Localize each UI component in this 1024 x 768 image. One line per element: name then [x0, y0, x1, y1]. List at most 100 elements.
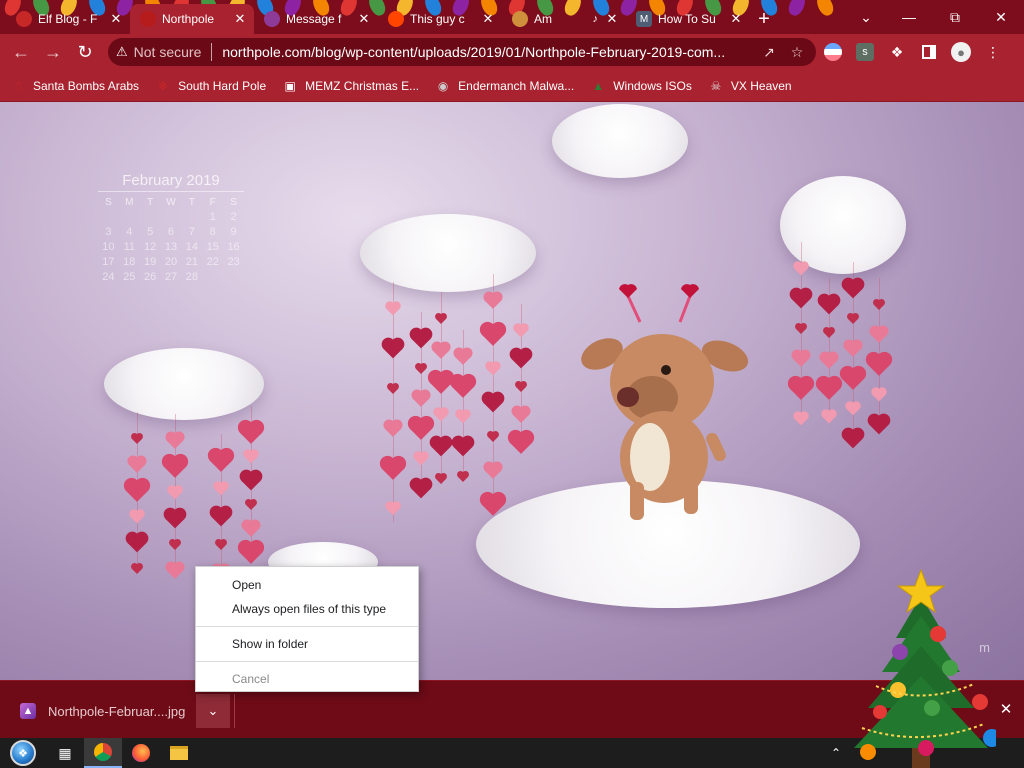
bookmark-4[interactable]: ◉ Endermanch Malwa... [435, 78, 574, 94]
bookmarks-bar: ☃ Santa Bombs Arabs ❄ South Hard Pole ▣ MEMZ … [0, 70, 1024, 102]
tab-close-icon[interactable]: ✕ [728, 11, 744, 27]
bookmark-label: MEMZ Christmas E... [305, 78, 420, 93]
menu-always-open[interactable]: Always open files of this type [196, 597, 418, 621]
tab-title: This guy c [410, 12, 465, 26]
taskbar-file-explorer[interactable] [160, 738, 198, 768]
address-divider [211, 43, 213, 61]
calendar-day: 21 [185, 256, 198, 268]
tab-title: Elf Blog - F [38, 12, 98, 26]
extension-button-2[interactable]: s [850, 37, 880, 67]
bookmark-label: Windows ISOs [613, 78, 692, 93]
download-options-button[interactable]: ⌄ [196, 694, 230, 728]
folder-icon [170, 746, 188, 760]
bookmark-label: VX Heaven [730, 78, 792, 93]
bookmark-2[interactable]: ❄ South Hard Pole [155, 78, 266, 94]
browser-toolbar: ← → ↻ ⚠ Not secure northpole.com/blog/wp… [0, 34, 1024, 70]
cloud [360, 214, 536, 292]
calendar-day: 10 [102, 241, 115, 253]
tab-list: Elf Blog - F ✕ Northpole ✕ Message f ✕ This gu… [0, 0, 750, 34]
calendar-day: 11 [123, 241, 135, 253]
memz-icon: ▣ [284, 78, 296, 93]
profile-button[interactable]: ● [946, 37, 976, 67]
task-view-button[interactable]: ▦ [46, 738, 84, 768]
cloud [780, 176, 906, 274]
close-shelf-button[interactable]: ✕ [996, 699, 1016, 719]
reddit-favicon [388, 11, 404, 27]
menu-button[interactable]: ⋮ [978, 37, 1008, 67]
calendar-day [181, 210, 202, 225]
new-tab-button[interactable]: + [750, 4, 778, 34]
calendar-day: 2 [230, 211, 237, 223]
tab-close-icon[interactable]: ✕ [480, 11, 496, 27]
calendar-day: 14 [185, 241, 198, 253]
bookmark-3[interactable]: ▣ MEMZ Christmas E... [282, 78, 419, 94]
arrow-right-icon: → [44, 41, 62, 62]
close-window-button[interactable]: ✕ [978, 0, 1024, 34]
tab-close-icon[interactable]: ✕ [356, 11, 372, 27]
chevron-up-icon: ⌃ [830, 746, 842, 760]
side-panel-button[interactable] [914, 37, 944, 67]
minimize-button[interactable]: — [886, 0, 932, 34]
calendar-week: 24 25 26 27 28 [98, 270, 244, 285]
chrome-icon [94, 743, 112, 761]
speaker-icon[interactable]: ♪ [593, 13, 599, 25]
tab-1[interactable]: Elf Blog - F ✕ [6, 4, 130, 34]
calendar-week: 12 [98, 210, 244, 225]
tab-search-button[interactable]: ⌄ [846, 0, 886, 34]
menu-open[interactable]: Open [196, 573, 418, 597]
bookmark-1[interactable]: ☃ Santa Bombs Arabs [10, 78, 139, 94]
tab-4[interactable]: This guy c ✕ [378, 4, 502, 34]
tab-close-icon[interactable]: ✕ [232, 11, 248, 27]
calendar-day: 26 [144, 271, 157, 283]
tab-6[interactable]: M How To Su ✕ [626, 4, 750, 34]
extensions-button[interactable]: ❖ [882, 37, 912, 67]
forward-button[interactable]: → [38, 37, 68, 67]
bookmark-6[interactable]: ☠ VX Heaven [708, 78, 792, 94]
menu-cancel: Cancel [232, 672, 270, 686]
calendar-day: 19 [144, 256, 157, 268]
tab-2[interactable]: Northpole ✕ [130, 4, 254, 34]
taskbar-chrome[interactable] [84, 738, 122, 768]
reload-icon: ↻ [77, 41, 93, 62]
firefox-icon [132, 744, 150, 762]
share-icon[interactable]: ↗ [758, 44, 780, 61]
tree-icon: ▲ [592, 78, 605, 93]
tab-5[interactable]: Am ♪ ✕ [502, 4, 626, 34]
url-text[interactable]: northpole.com/blog/wp-content/uploads/20… [222, 44, 752, 60]
calendar-divider [98, 191, 244, 192]
calendar-day [119, 210, 140, 225]
download-filename[interactable]: Northpole-Februar....jpg [48, 704, 186, 719]
tab-3[interactable]: Message f ✕ [254, 4, 378, 34]
weekday-label: F [209, 197, 216, 208]
reload-button[interactable]: ↻ [70, 37, 100, 67]
address-bar[interactable]: ⚠ Not secure northpole.com/blog/wp-conte… [108, 38, 816, 66]
calendar-day [140, 210, 161, 225]
back-button[interactable]: ← [6, 37, 36, 67]
avatar-icon: ● [951, 42, 971, 62]
calendar-day: 22 [206, 256, 219, 268]
calendar-day: 13 [164, 241, 178, 253]
calendar-day: 15 [206, 241, 219, 253]
flag-icon [824, 43, 842, 61]
bookmark-label: Santa Bombs Arabs [33, 78, 140, 93]
start-button[interactable]: ❖ [0, 738, 46, 768]
calendar-day: 27 [164, 271, 178, 283]
message-favicon [264, 11, 280, 27]
menu-show-in-folder[interactable]: Show in folder [196, 632, 418, 656]
restore-button[interactable]: ⧉ [932, 0, 978, 34]
tab-close-icon[interactable]: ✕ [604, 11, 620, 27]
calendar-day: 17 [102, 256, 115, 268]
calendar-day: 8 [209, 226, 216, 238]
bookmark-5[interactable]: ▲ Windows ISOs [590, 78, 692, 94]
extension-button-1[interactable] [818, 37, 848, 67]
show-hidden-icons-button[interactable]: ⌃ [826, 738, 846, 768]
taskbar-firefox[interactable] [122, 738, 160, 768]
not-secure-label[interactable]: Not secure [134, 44, 202, 60]
download-item[interactable]: ▲ Northpole-Februar....jpg ⌄ [12, 693, 236, 729]
warning-icon: ⚠ [116, 44, 128, 59]
tab-close-icon[interactable]: ✕ [108, 11, 124, 27]
calendar-week: 3 4 5 6 7 8 9 [98, 225, 244, 240]
calendar-title: February 2019 [122, 172, 220, 189]
calendar: February 2019 SMTWTFS 1 2 3 4 5 6 7 8 9 10 11 12 13 1… [98, 172, 244, 285]
bookmark-star-icon[interactable]: ☆ [786, 44, 808, 61]
